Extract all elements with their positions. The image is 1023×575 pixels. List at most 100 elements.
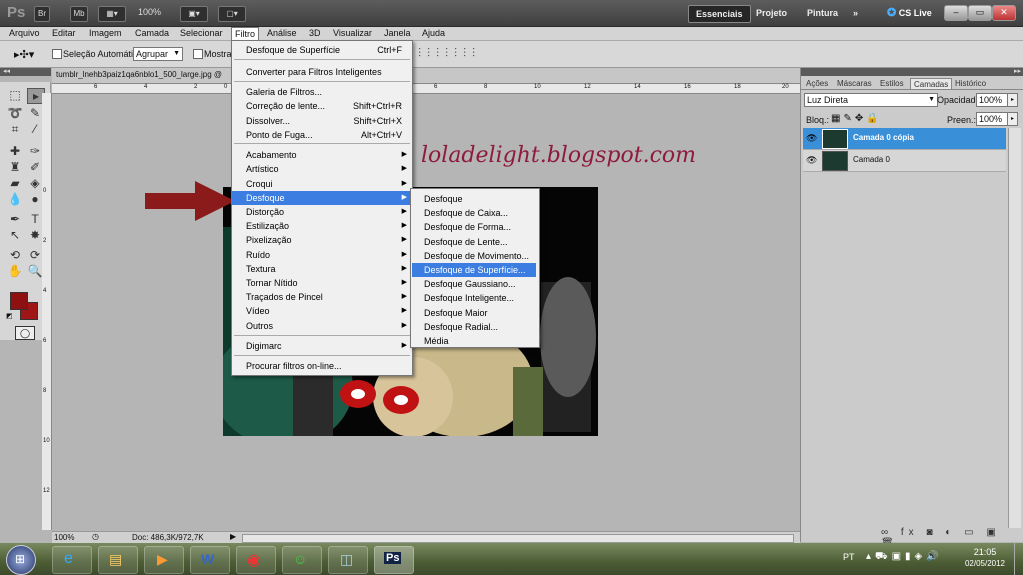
menu-3d[interactable]: 3D bbox=[306, 27, 324, 40]
zoom-level[interactable]: 100% bbox=[138, 7, 161, 17]
distribute-icons[interactable]: ⫶⫶⫶⫶⫶⫶⫶ bbox=[418, 46, 481, 61]
system-tray-icons[interactable]: ▴⛟▣▮◈🔊 bbox=[866, 551, 943, 564]
menu-item-convert-smart[interactable]: Converter para Filtros Inteligentes bbox=[232, 65, 412, 79]
zoom-tool-icon[interactable]: 🔍 bbox=[27, 264, 43, 278]
explorer-taskbar-icon[interactable]: ▤ bbox=[98, 546, 138, 574]
blur-menu-item[interactable]: Desfoque de Caixa... bbox=[412, 206, 536, 220]
horizontal-scrollbar[interactable] bbox=[242, 534, 794, 543]
visibility-eye-icon[interactable]: 👁 bbox=[806, 133, 817, 144]
blur-menu-item[interactable]: Desfoque Gaussiano... bbox=[412, 277, 536, 291]
opacity-input[interactable]: 100% bbox=[976, 93, 1008, 107]
app-taskbar-icon[interactable]: ◫ bbox=[328, 546, 368, 574]
menu-item-filter-group[interactable]: Acabamento ▶ bbox=[232, 148, 412, 162]
brush-tool-icon[interactable]: ✑ bbox=[27, 144, 43, 158]
eyedropper-tool-icon[interactable]: ⁄ bbox=[27, 122, 43, 136]
blend-mode-dropdown[interactable]: Luz Direta ▼ bbox=[804, 93, 938, 107]
vertical-ruler[interactable]: 0 2 4 6 8 10 12 bbox=[42, 93, 52, 530]
menu-item-filter-group[interactable]: Artístico ▶ bbox=[232, 162, 412, 176]
pen-tool-icon[interactable]: ✒ bbox=[7, 212, 23, 226]
menu-item-filter-group[interactable]: Estilização ▶ bbox=[232, 219, 412, 233]
clone-stamp-tool-icon[interactable]: ♜ bbox=[7, 160, 23, 174]
blur-menu-item[interactable]: Desfoque de Forma... bbox=[412, 220, 536, 234]
arrange-documents-button[interactable]: ▣▾ bbox=[180, 6, 208, 22]
media-player-taskbar-icon[interactable]: ▶ bbox=[144, 546, 184, 574]
messenger-taskbar-icon[interactable]: ☺ bbox=[282, 546, 322, 574]
show-desktop-button[interactable] bbox=[1014, 543, 1023, 575]
blur-menu-item[interactable]: Desfoque de Superfície... bbox=[412, 263, 536, 277]
blur-menu-item[interactable]: Desfoque de Lente... bbox=[412, 235, 536, 249]
menu-item-filter-group[interactable]: Pixelização ▶ bbox=[232, 233, 412, 247]
menu-janela[interactable]: Janela bbox=[381, 27, 414, 40]
bridge-button[interactable]: Br bbox=[34, 6, 50, 22]
minibridge-button[interactable]: Mb bbox=[70, 6, 88, 22]
menu-item-filter-group[interactable]: Textura ▶ bbox=[232, 262, 412, 276]
healing-brush-tool-icon[interactable]: ✚ bbox=[7, 144, 23, 158]
menu-item-filter[interactable]: Correção de lente... Shift+Ctrl+R bbox=[232, 99, 412, 113]
menu-item-browse-online[interactable]: Procurar filtros on-line... bbox=[232, 359, 412, 373]
screen-mode-button[interactable]: ▢▾ bbox=[218, 6, 246, 22]
shape-tool-icon[interactable]: ✸ bbox=[27, 228, 43, 242]
internet-explorer-taskbar-icon[interactable]: e bbox=[52, 546, 92, 574]
document-tab[interactable]: tumblr_lnehb3paiz1qa6nblo1_500_large.jpg… bbox=[52, 68, 800, 84]
quick-mask-icon[interactable]: ◯ bbox=[15, 326, 35, 340]
layer-row[interactable]: 👁 Camada 0 bbox=[803, 150, 1006, 172]
status-menu-arrow-icon[interactable]: ▶ bbox=[230, 532, 236, 541]
3d-rotate-tool-icon[interactable]: ⟲ bbox=[7, 248, 23, 262]
history-brush-tool-icon[interactable]: ✐ bbox=[27, 160, 43, 174]
close-button[interactable]: ✕ bbox=[992, 5, 1016, 21]
menu-item-filter-group[interactable]: Distorção ▶ bbox=[232, 205, 412, 219]
3d-orbit-tool-icon[interactable]: ⟳ bbox=[27, 248, 43, 262]
menu-item-filter-group[interactable]: Croqui ▶ bbox=[232, 177, 412, 191]
chrome-taskbar-icon[interactable]: ◉ bbox=[236, 546, 276, 574]
horizontal-ruler[interactable]: 6 4 2 0 6 8 10 12 14 16 18 20 bbox=[52, 84, 800, 94]
tab-mascaras[interactable]: Máscaras bbox=[834, 78, 875, 89]
workspace-essenciais[interactable]: Essenciais bbox=[688, 5, 751, 23]
menu-item-filter[interactable]: Dissolver... Shift+Ctrl+X bbox=[232, 114, 412, 128]
blur-menu-item[interactable]: Média bbox=[412, 334, 536, 348]
default-colors-icon[interactable]: ◩ bbox=[6, 312, 13, 320]
layer-row-copy[interactable]: 👁 Camada 0 cópia bbox=[803, 128, 1006, 150]
more-workspaces-button[interactable]: » bbox=[846, 5, 865, 21]
type-tool-icon[interactable]: T bbox=[27, 212, 43, 226]
eraser-tool-icon[interactable]: ▰ bbox=[7, 176, 23, 190]
menu-item-digimarc[interactable]: Digimarc ▶ bbox=[232, 339, 412, 353]
language-indicator[interactable]: PT bbox=[843, 552, 855, 562]
photoshop-taskbar-icon[interactable]: Ps bbox=[374, 546, 414, 574]
start-button[interactable]: ⊞ bbox=[6, 545, 36, 575]
menu-item-filter[interactable]: Galeria de Filtros... bbox=[232, 85, 412, 99]
hand-tool-icon[interactable]: ✋ bbox=[7, 264, 23, 278]
blur-menu-item[interactable]: Desfoque Maior bbox=[412, 306, 536, 320]
menu-selecionar[interactable]: Selecionar bbox=[177, 27, 226, 40]
panel-header[interactable]: ▸▸ bbox=[801, 68, 1023, 76]
menu-item-filter-group[interactable]: Tornar Nítido ▶ bbox=[232, 276, 412, 290]
toolbox-header[interactable]: ◂◂ bbox=[0, 68, 51, 76]
view-extras-button[interactable]: ▦▾ bbox=[98, 6, 126, 22]
menu-item-desfoque[interactable]: Desfoque ▶ bbox=[232, 190, 412, 205]
dodge-tool-icon[interactable]: ● bbox=[27, 192, 43, 206]
workspace-pintura[interactable]: Pintura bbox=[800, 5, 845, 21]
blur-menu-item[interactable]: Desfoque de Movimento... bbox=[412, 249, 536, 263]
crop-tool-icon[interactable]: ⌗ bbox=[7, 122, 23, 136]
move-tool-preset-icon[interactable]: ▸✣▾ bbox=[14, 48, 34, 61]
menu-camada[interactable]: Camada bbox=[132, 27, 172, 40]
show-transform-checkbox[interactable] bbox=[193, 49, 203, 59]
word-taskbar-icon[interactable]: W bbox=[190, 546, 230, 574]
auto-select-checkbox[interactable] bbox=[52, 49, 62, 59]
menu-item-filter[interactable]: Ponto de Fuga... Alt+Ctrl+V bbox=[232, 128, 412, 142]
blur-tool-icon[interactable]: 💧 bbox=[7, 192, 23, 206]
blur-menu-item[interactable]: Desfoque bbox=[412, 192, 536, 206]
menu-filtro[interactable]: Filtro bbox=[231, 27, 259, 41]
layers-scrollbar[interactable] bbox=[1008, 128, 1021, 528]
cslive-button[interactable]: ✪ CS Live bbox=[880, 5, 939, 21]
fill-input[interactable]: 100% bbox=[976, 112, 1008, 126]
clock-date[interactable]: 02/05/2012 bbox=[958, 559, 1012, 568]
menu-imagem[interactable]: Imagem bbox=[86, 27, 125, 40]
maximize-button[interactable]: ▭ bbox=[968, 5, 992, 21]
tab-historico[interactable]: Histórico bbox=[952, 78, 989, 89]
status-zoom[interactable]: 100% bbox=[54, 533, 74, 542]
paint-bucket-tool-icon[interactable]: ◈ bbox=[27, 176, 43, 190]
menu-item-last-filter[interactable]: Desfoque de Superfície Ctrl+F bbox=[232, 43, 412, 57]
foreground-color-swatch[interactable] bbox=[10, 292, 28, 310]
opacity-slider-button[interactable]: ▸ bbox=[1007, 93, 1018, 107]
menu-arquivo[interactable]: Arquivo bbox=[6, 27, 43, 40]
